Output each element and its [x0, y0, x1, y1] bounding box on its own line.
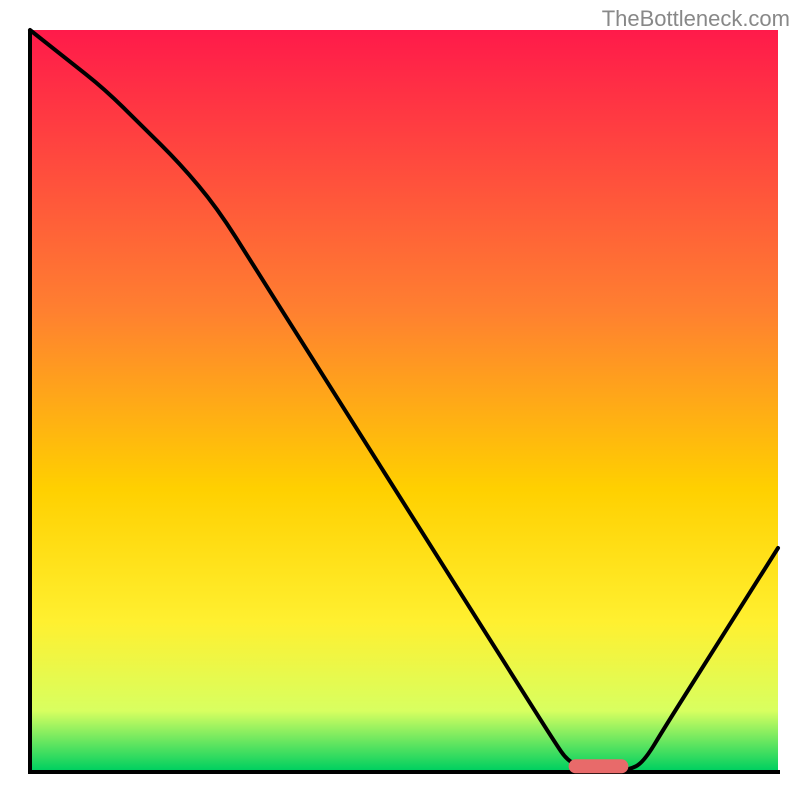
- optimal-range-marker: [569, 759, 629, 773]
- watermark-text: TheBottleneck.com: [602, 6, 790, 32]
- plot-background: [30, 30, 778, 770]
- chart-container: TheBottleneck.com: [0, 0, 800, 800]
- bottleneck-chart: [0, 0, 800, 800]
